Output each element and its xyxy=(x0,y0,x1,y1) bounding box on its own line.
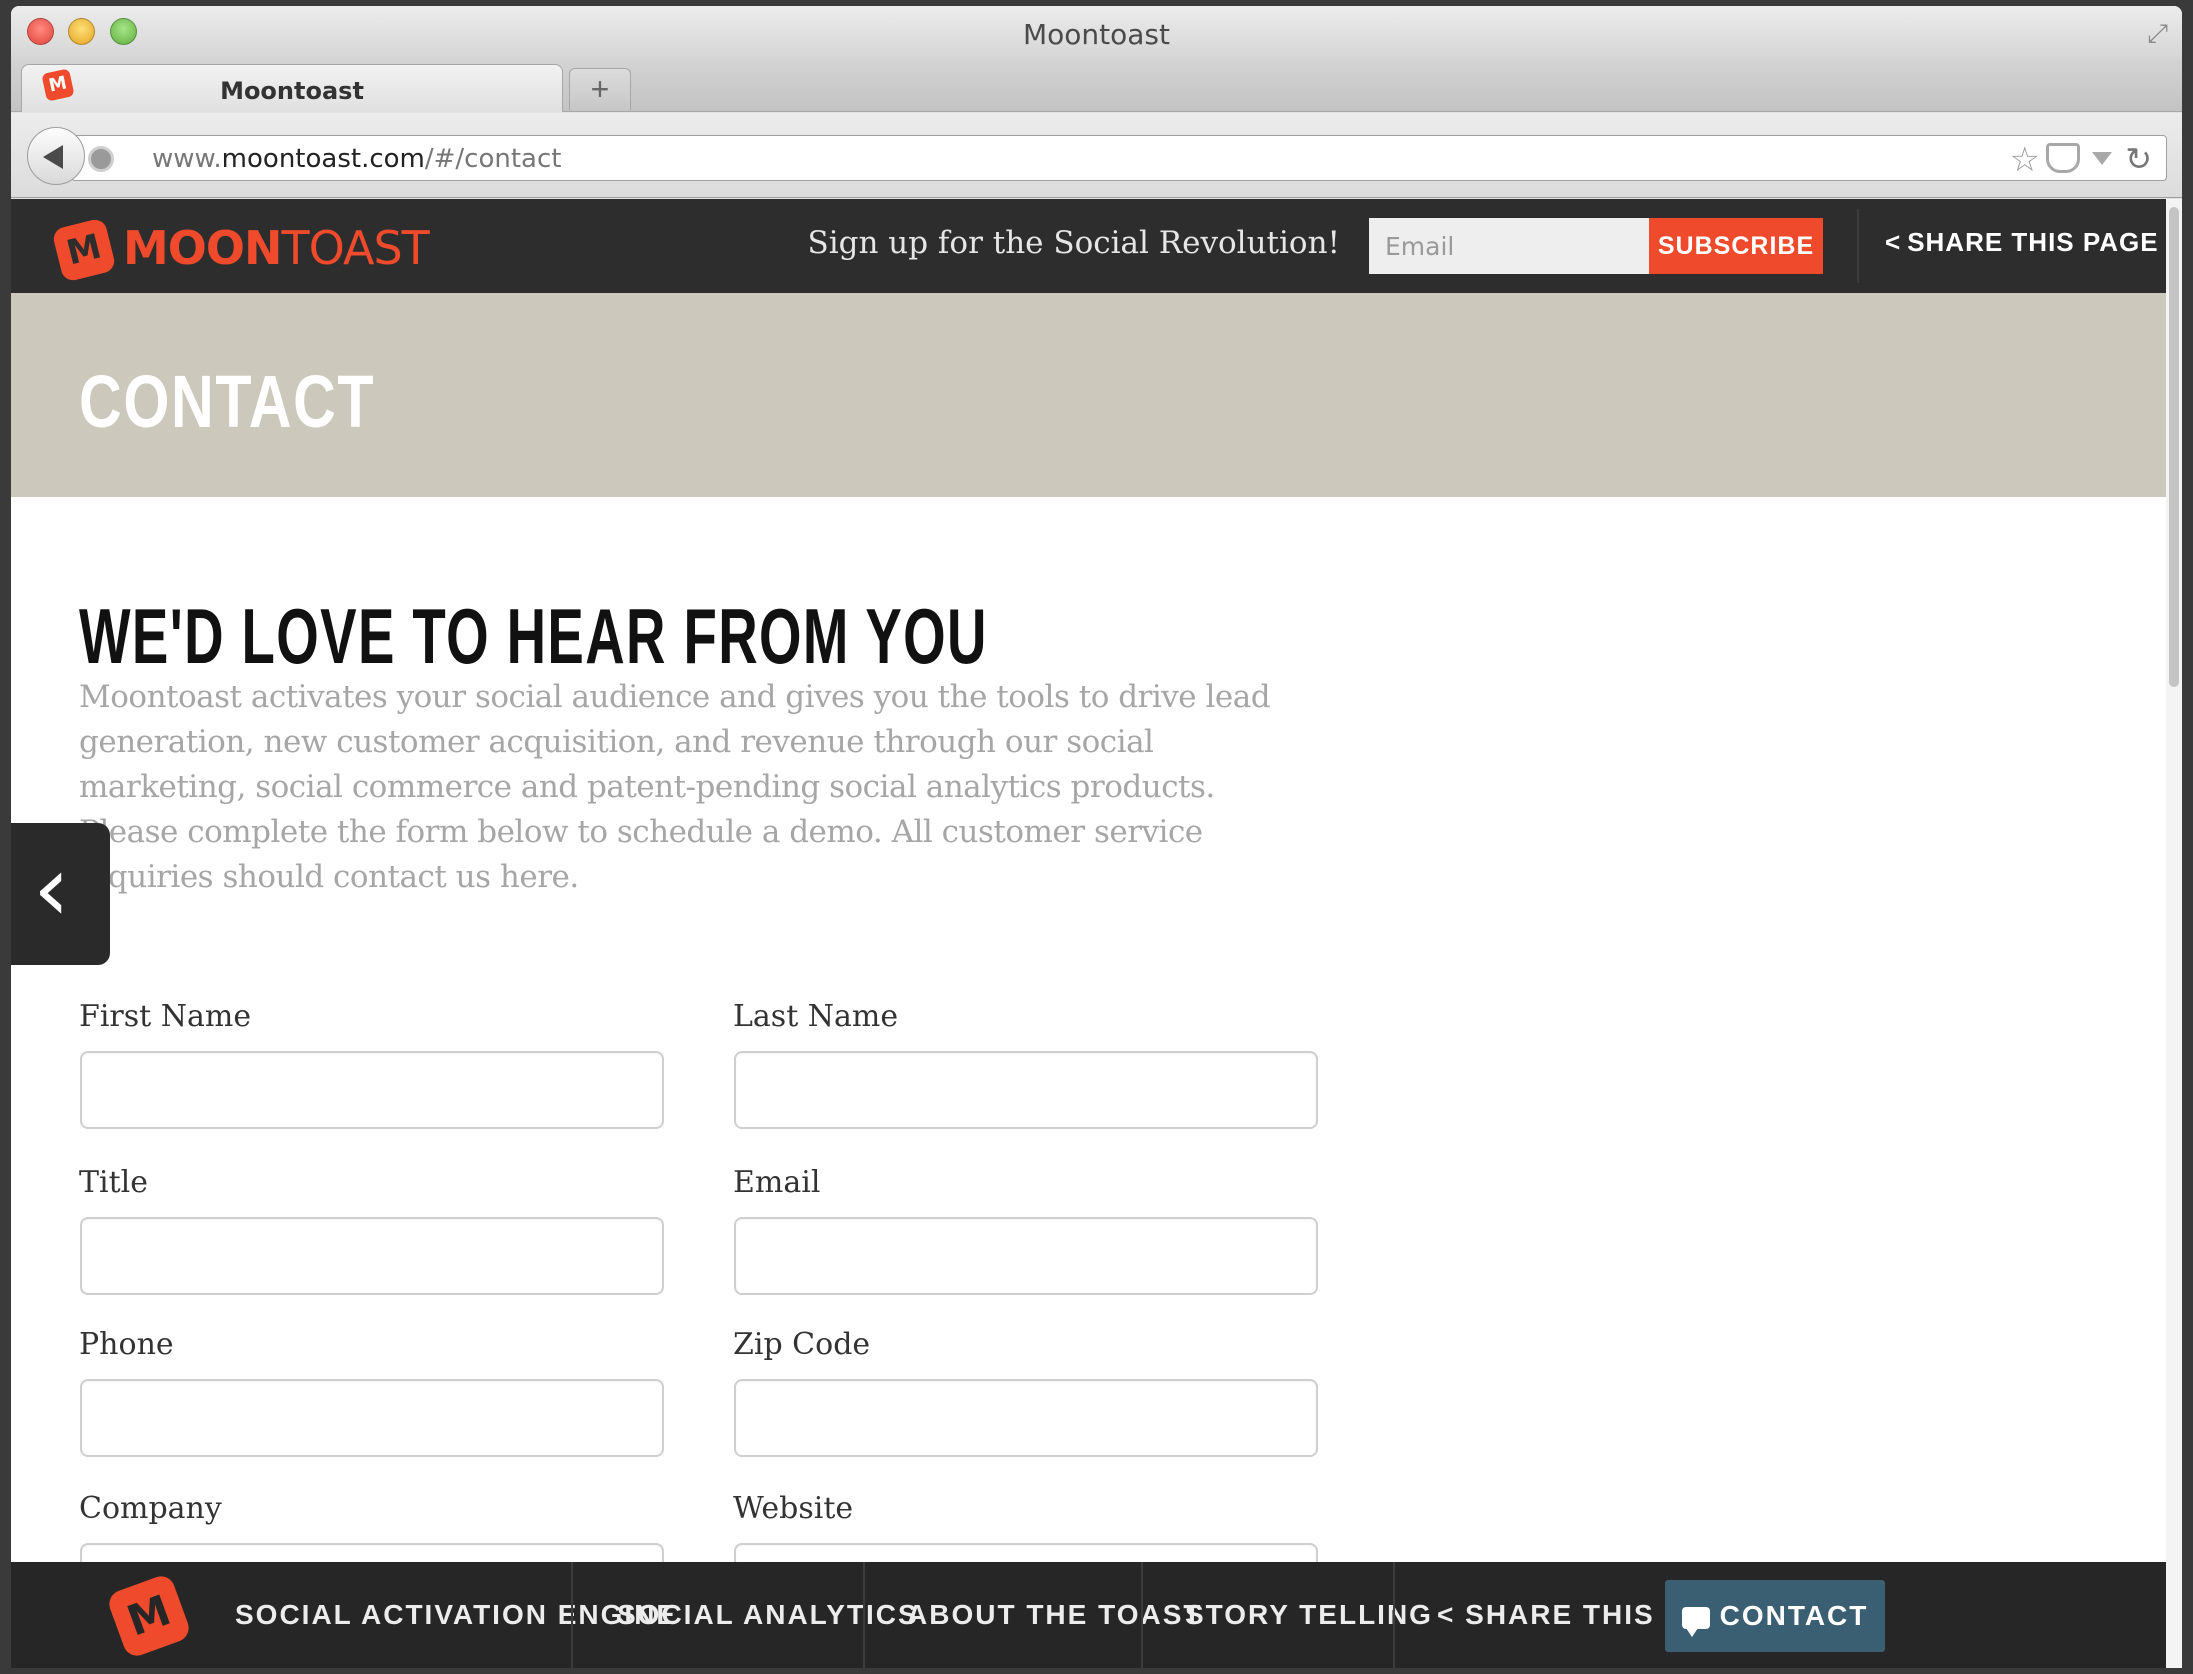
zip-code-label: Zip Code xyxy=(733,1327,871,1362)
contact-us-button[interactable]: CONTACT US xyxy=(1665,1580,1885,1652)
nav-social-activation-engine[interactable]: SOCIAL ACTIVATION ENGINE xyxy=(235,1562,677,1668)
email-label: Email xyxy=(733,1165,821,1200)
intro-paragraph: Moontoast activates your social audience… xyxy=(79,679,1271,895)
footer-logo-icon[interactable]: M xyxy=(105,1572,193,1660)
pocket-icon[interactable] xyxy=(2046,143,2080,173)
company-label: Company xyxy=(79,1491,222,1526)
header-divider xyxy=(1857,209,1859,283)
address-bar[interactable]: www.moontoast.com/#/contact ☆ ↻ xyxy=(71,135,2167,181)
signup-text: Sign up for the Social Revolution! xyxy=(807,225,1340,261)
zip-code-field[interactable] xyxy=(734,1379,1318,1457)
page-viewport: M MOONTOAST Sign up for the Social Revol… xyxy=(11,199,2166,1668)
fullscreen-icon[interactable]: ⤢ xyxy=(2147,18,2168,50)
website-label: Website xyxy=(733,1491,854,1526)
title-field[interactable] xyxy=(80,1217,664,1295)
nav-story-telling[interactable]: STORY TELLING xyxy=(1185,1562,1433,1668)
nav-about-the-toast[interactable]: ABOUT THE TOAST xyxy=(907,1562,1202,1668)
scrollbar-thumb[interactable] xyxy=(2169,207,2179,687)
nav-share-this[interactable]: < SHARE THIS xyxy=(1437,1562,1655,1668)
new-tab-button[interactable]: + xyxy=(569,68,631,110)
nav-divider xyxy=(571,1562,573,1668)
share-icon: < xyxy=(1885,227,1902,257)
newsletter-email-input[interactable] xyxy=(1369,218,1649,274)
title-label: Title xyxy=(79,1165,149,1200)
section-heading: WE'D LOVE TO HEAR FROM YOU xyxy=(79,592,988,680)
back-arrow-icon[interactable] xyxy=(27,127,85,185)
star-icon[interactable]: ☆ xyxy=(2010,140,2040,180)
window-title: Moontoast xyxy=(1023,18,1170,51)
email-field[interactable] xyxy=(734,1217,1318,1295)
logo-mark-icon[interactable]: M xyxy=(51,217,117,283)
nav-social-analytics[interactable]: SOCIAL ANALYTICS xyxy=(617,1562,919,1668)
reload-icon[interactable]: ↻ xyxy=(2125,140,2152,178)
slide-back-button[interactable]: ‹ xyxy=(11,823,110,965)
tab-moontoast[interactable]: M Moontoast xyxy=(21,64,563,112)
title-bar: Moontoast ⤢ xyxy=(11,6,2182,58)
url-text[interactable]: www.moontoast.com/#/contact xyxy=(152,144,561,174)
nav-divider xyxy=(1393,1562,1395,1668)
tab-strip: M Moontoast + xyxy=(11,58,2182,112)
site-logo[interactable]: MOONTOAST xyxy=(123,221,430,275)
subscribe-button[interactable]: SUBSCRIBE xyxy=(1649,218,1823,274)
bottom-nav-bar: M SOCIAL ACTIVATION ENGINE SOCIAL ANALYT… xyxy=(11,1562,2166,1668)
site-header: M MOONTOAST Sign up for the Social Revol… xyxy=(11,199,2166,293)
phone-field[interactable] xyxy=(80,1379,664,1457)
share-icon: < xyxy=(1437,1599,1466,1630)
nav-divider xyxy=(863,1562,865,1668)
tab-title: Moontoast xyxy=(220,77,364,105)
dropdown-icon[interactable] xyxy=(2092,152,2112,165)
page-scrollbar[interactable] xyxy=(2166,199,2182,1668)
navigation-bar: www.moontoast.com/#/contact ☆ ↻ xyxy=(11,113,2182,198)
browser-window: Moontoast ⤢ M Moontoast + www.moontoast.… xyxy=(11,6,2182,1668)
chevron-left-icon: ‹ xyxy=(33,835,70,942)
chat-icon xyxy=(1681,1606,1710,1637)
first-name-label: First Name xyxy=(79,999,252,1034)
phone-label: Phone xyxy=(79,1327,174,1362)
last-name-label: Last Name xyxy=(733,999,899,1034)
hero-banner: CONTACT xyxy=(11,293,2166,497)
page-title: CONTACT xyxy=(79,360,376,443)
last-name-field[interactable] xyxy=(734,1051,1318,1129)
nav-divider xyxy=(1141,1562,1143,1668)
share-this-page-button[interactable]: < SHARE THIS PAGE xyxy=(1885,227,2159,258)
first-name-field[interactable] xyxy=(80,1051,664,1129)
globe-icon xyxy=(88,146,114,172)
